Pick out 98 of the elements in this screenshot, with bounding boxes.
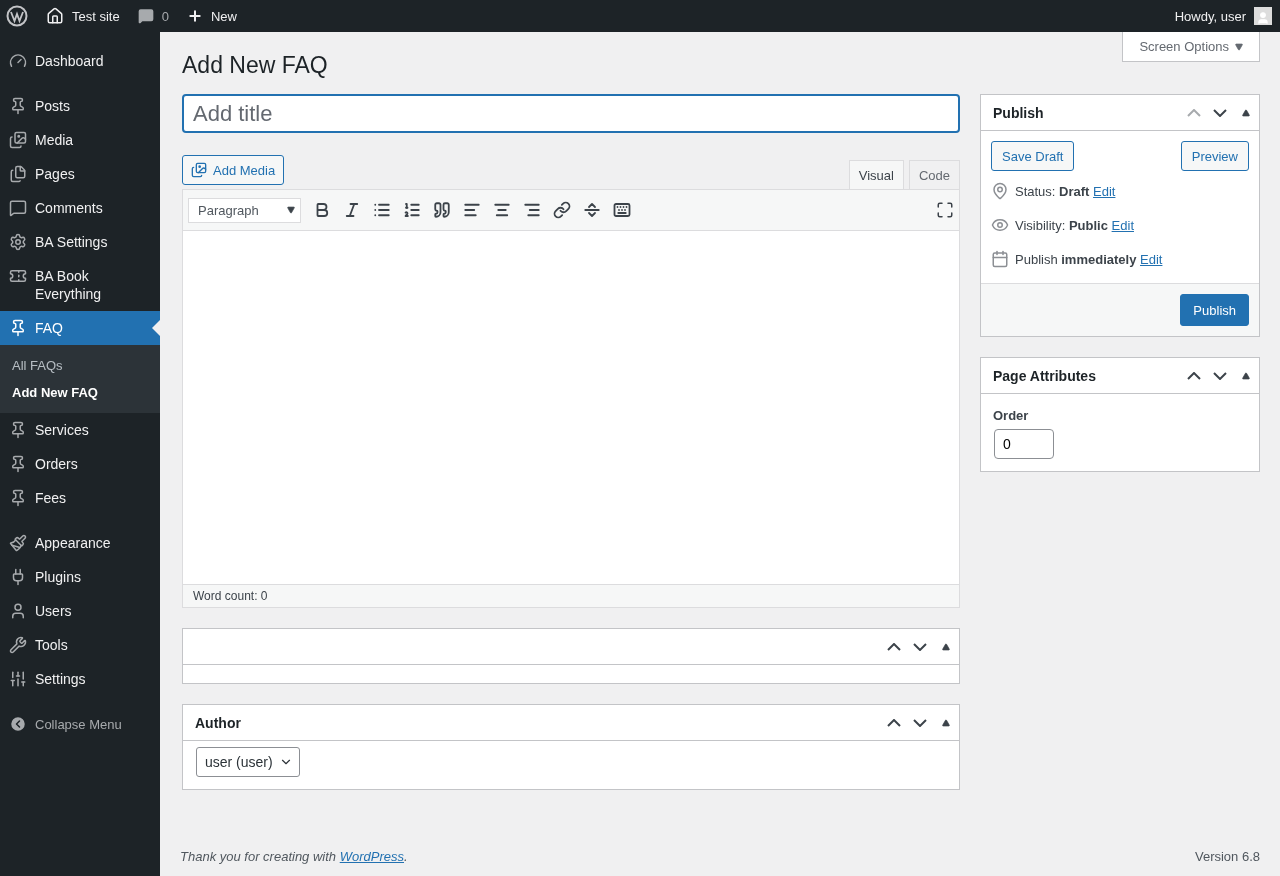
menu-item[interactable]: Services [0,413,160,447]
new-link[interactable]: New [186,8,237,24]
align-left-icon[interactable] [463,201,481,219]
settings-icon [9,233,27,251]
save-draft-button[interactable]: Save Draft [991,141,1075,171]
pin-icon [9,97,27,115]
chevron-up-icon [1187,371,1201,380]
collapse-menu-button[interactable]: Collapse Menu [0,707,160,741]
pin-icon [9,319,27,337]
link-icon[interactable] [553,201,571,219]
pages-icon [9,165,27,183]
word-count: Word count: 0 [183,584,959,607]
pin-icon [9,421,27,439]
submenu-item[interactable]: All FAQs [0,352,160,379]
triangle-icon [1242,108,1250,117]
keyboard-icon[interactable] [613,201,631,219]
order-field[interactable]: 0 [994,429,1054,459]
menu-item[interactable]: BA Settings [0,225,160,259]
pin-icon [9,455,27,473]
chevron-down-icon [913,718,927,727]
preview-button[interactable]: Preview [1180,141,1249,171]
menu-item[interactable]: Posts [0,89,160,123]
submenu-item[interactable]: Add New FAQ [0,379,160,406]
italic-icon[interactable] [343,201,361,219]
format-dropdown[interactable]: Paragraph [188,197,301,223]
fullscreen-icon[interactable] [936,201,954,219]
caret-icon [287,206,295,214]
box-title: Author [195,714,242,731]
wrench-icon [9,636,27,654]
avatar-icon [1254,7,1272,25]
chevron-down-icon [1213,108,1227,117]
menu-item[interactable]: Pages [0,157,160,191]
eye-icon [991,216,1009,234]
collapse-icon [9,715,27,733]
align-right-icon[interactable] [523,201,541,219]
box-title: Page Attributes [993,367,1097,384]
plus-icon [186,8,203,24]
paintbrush-icon [9,534,27,552]
menu-item[interactable]: Appearance [0,526,160,560]
bulleted-list-icon[interactable] [373,201,391,219]
menu-item[interactable]: Fees [0,481,160,515]
media-icon [9,131,27,149]
menu-item[interactable]: Settings [0,662,160,696]
calendar-icon [991,250,1009,268]
speech-bubble-icon [9,199,27,217]
logo-icon[interactable] [6,5,28,27]
menu-item[interactable]: Comments [0,191,160,225]
media-icon [191,162,207,178]
publish-setting: Status: Draft Edit [1015,183,1116,199]
chevron-up-icon [1187,108,1201,117]
publish-setting: Visibility: Public Edit [1015,217,1134,233]
dashboard-icon [9,52,27,70]
editor-tab[interactable]: Visual [848,160,904,190]
footer-text: Thank you for creating with WordPress. [180,849,408,864]
align-center-icon[interactable] [493,201,511,219]
quote-icon[interactable] [433,201,451,219]
menu-item[interactable]: Users [0,594,160,628]
menu-item[interactable]: FAQ [0,311,160,345]
edit-link[interactable]: Edit [1111,217,1134,233]
menu-item[interactable]: Media [0,123,160,157]
caret-icon [1235,42,1243,51]
wordpress-link[interactable]: WordPress [339,849,404,864]
title-field[interactable]: Add title [182,94,960,133]
version-text: Version 6.8 [1194,849,1260,864]
order-label: Order [993,408,1030,423]
publish-setting: Publish immediately Edit [1015,251,1163,267]
menu-item[interactable]: Plugins [0,560,160,594]
triangle-icon [1242,371,1250,380]
speech-bubble-icon [137,8,154,24]
chevron-up-icon [887,718,901,727]
chevron-down-icon [1213,371,1227,380]
user-icon [9,602,27,620]
screen-options-button[interactable]: Screen Options [1122,32,1260,62]
menu-item[interactable]: Dashboard [0,44,160,78]
box-title: Publish [993,104,1045,121]
add-media-button[interactable]: Add Media [182,155,285,185]
numbered-list-icon[interactable] [403,201,421,219]
menu-item[interactable]: Tools [0,628,160,662]
author-dropdown[interactable]: user (user) [196,747,300,777]
chevron-up-icon [887,642,901,651]
menu-item[interactable]: BA Book Everything [0,259,160,311]
menu-item[interactable]: Orders [0,447,160,481]
site-link[interactable]: Test site [46,7,120,25]
edit-link[interactable]: Edit [1140,251,1163,267]
pin-icon [991,182,1009,200]
home-icon [46,7,64,25]
triangle-icon [942,642,950,651]
ticket-icon [9,267,27,285]
comments-link[interactable]: 0 [137,8,169,24]
page-title: Add New FAQ [182,52,328,79]
sliders-icon [9,670,27,688]
triangle-icon [942,718,950,727]
account-link[interactable]: Howdy, user [1174,7,1272,25]
publish-button[interactable]: Publish [1180,294,1249,326]
editor-tab[interactable]: Code [908,160,960,189]
chevron-down-icon [913,642,927,651]
pin-icon [9,489,27,507]
edit-link[interactable]: Edit [1093,183,1116,199]
